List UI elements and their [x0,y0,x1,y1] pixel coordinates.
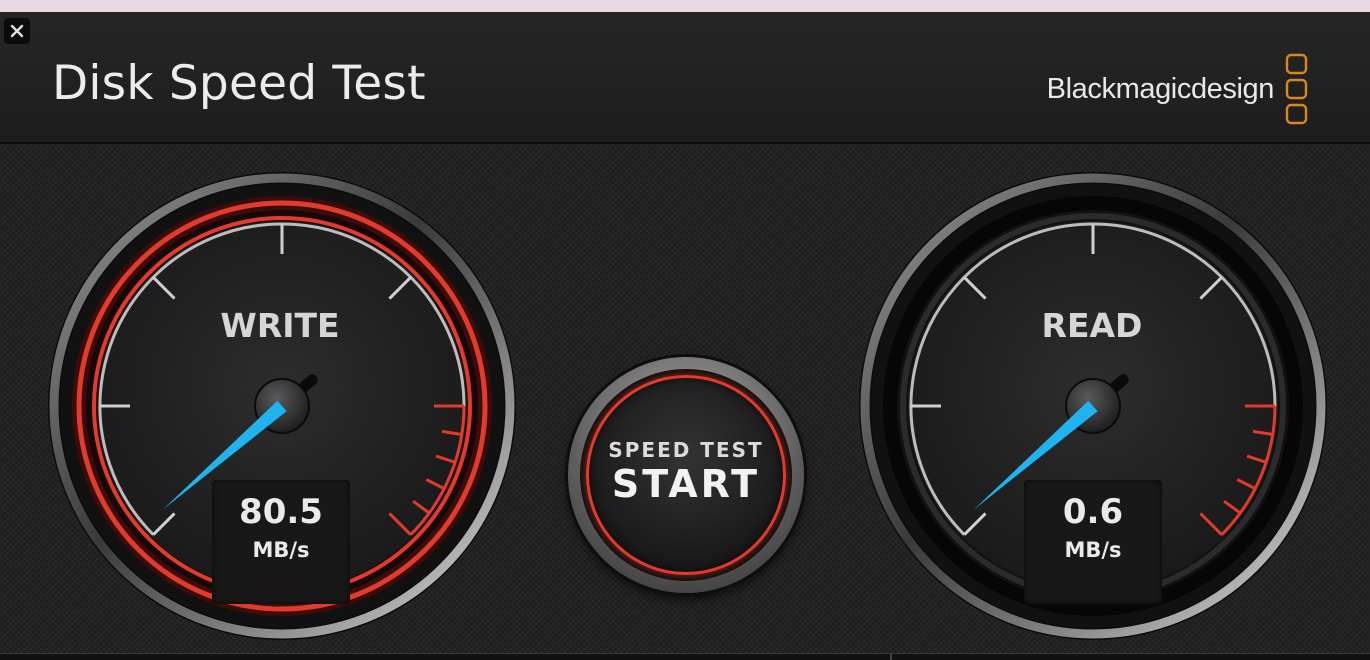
app-window: Disk Speed Test Blackmagicdesign WRITE 8… [0,12,1370,660]
read-value: 0.6 [1062,492,1124,532]
read-gauge-label: READ [1041,306,1143,345]
app-title: Disk Speed Test [52,56,426,111]
close-button[interactable] [4,18,30,44]
read-gauge-dial [859,172,1327,640]
read-readout: 0.6 MB/s [1024,480,1162,604]
bottom-strip-divider [890,654,892,660]
main-panel: WRITE 80.5 MB/s SPEED TEST START READ 0.… [0,144,1370,660]
blackmagic-logo-icon [1285,53,1308,125]
read-unit: MB/s [1064,538,1122,562]
bottom-strip [0,653,1370,660]
brand-name: Blackmagicdesign [1046,72,1275,105]
brand: Blackmagicdesign [1047,52,1310,126]
close-icon [10,24,24,38]
title-bar: Disk Speed Test Blackmagicdesign [0,12,1370,144]
